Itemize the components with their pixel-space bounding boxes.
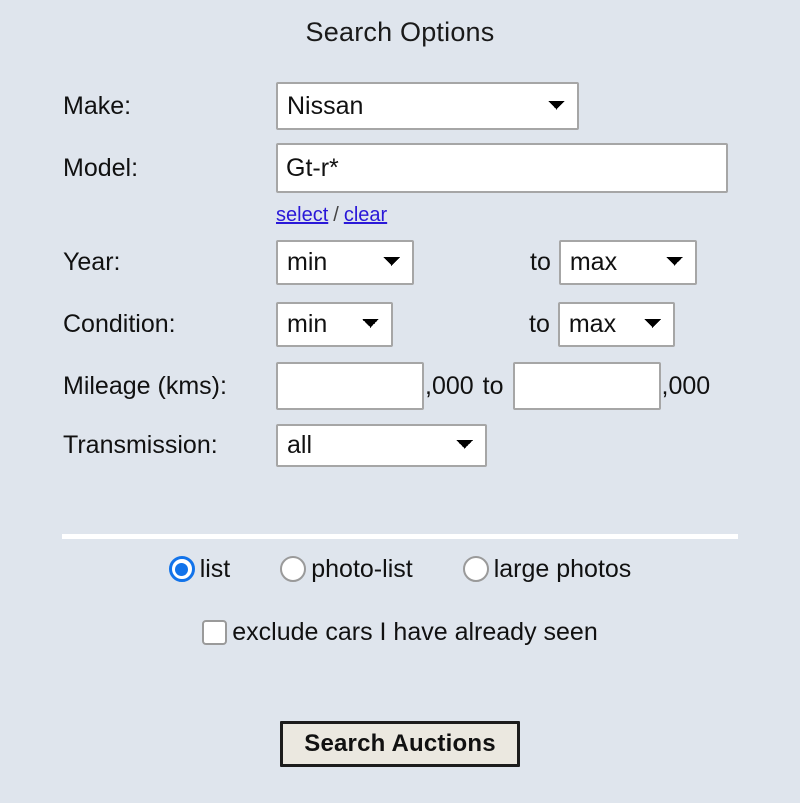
form-row-make: Make: Nissan: [0, 75, 800, 137]
model-link-separator: /: [333, 203, 339, 226]
condition-min-select[interactable]: min: [276, 301, 393, 347]
exclude-seen-checkbox-item[interactable]: exclude cars I have already seen: [202, 620, 598, 645]
form-row-condition: Condition: min to max: [0, 293, 800, 355]
section-divider: [62, 534, 738, 539]
make-select[interactable]: Nissan: [276, 82, 579, 130]
radio-item-list[interactable]: list: [168, 554, 231, 583]
condition-max-select[interactable]: max: [557, 301, 675, 347]
year-max-select[interactable]: max: [558, 239, 697, 285]
radio-list-icon[interactable]: [168, 556, 195, 582]
mileage-max-input[interactable]: [512, 362, 661, 410]
mileage-max-suffix: ,000: [661, 371, 711, 400]
mileage-min-input[interactable]: [276, 362, 424, 410]
page-title: Search Options: [305, 17, 495, 47]
form-row-mileage: Mileage (kms): ,000 to ,000: [0, 355, 800, 417]
search-options-form: Make: Nissan Model: select / clear Year:…: [0, 75, 800, 473]
model-select-link[interactable]: select: [276, 204, 328, 227]
transmission-select[interactable]: all: [276, 423, 487, 467]
radio-item-photo-list[interactable]: photo-list: [280, 554, 413, 583]
radio-large-photos-icon[interactable]: [462, 556, 489, 582]
search-auctions-button[interactable]: Search Auctions: [280, 721, 520, 767]
make-label: Make:: [63, 91, 132, 120]
form-row-transmission: Transmission: all: [0, 417, 800, 473]
radio-large-photos-label: large photos: [493, 554, 632, 583]
model-clear-link[interactable]: clear: [344, 204, 387, 227]
condition-label: Condition:: [63, 309, 176, 338]
mileage-label: Mileage (kms):: [63, 371, 227, 400]
submit-row: Search Auctions: [0, 721, 800, 767]
transmission-label: Transmission:: [63, 430, 218, 459]
radio-photo-list-icon[interactable]: [280, 556, 307, 582]
model-label: Model:: [63, 153, 139, 182]
checkbox-icon[interactable]: [202, 620, 228, 645]
form-row-model: Model:: [0, 137, 800, 199]
radio-photo-list-label: photo-list: [311, 554, 413, 583]
mileage-to-label: to: [482, 371, 504, 400]
condition-to-label: to: [529, 309, 550, 338]
radio-list-label: list: [199, 554, 231, 583]
year-min-select[interactable]: min: [276, 239, 414, 285]
view-mode-radio-group: list photo-list large photos: [0, 556, 800, 582]
form-row-year: Year: min to max: [0, 231, 800, 293]
radio-item-large-photos[interactable]: large photos: [462, 554, 632, 583]
mileage-min-suffix: ,000: [425, 371, 474, 400]
year-to-label: to: [530, 247, 551, 276]
year-label: Year:: [63, 247, 121, 276]
exclude-seen-row: exclude cars I have already seen: [0, 620, 800, 645]
exclude-seen-label: exclude cars I have already seen: [232, 618, 598, 646]
model-link-row: select / clear: [0, 199, 800, 231]
model-input[interactable]: [276, 143, 728, 193]
